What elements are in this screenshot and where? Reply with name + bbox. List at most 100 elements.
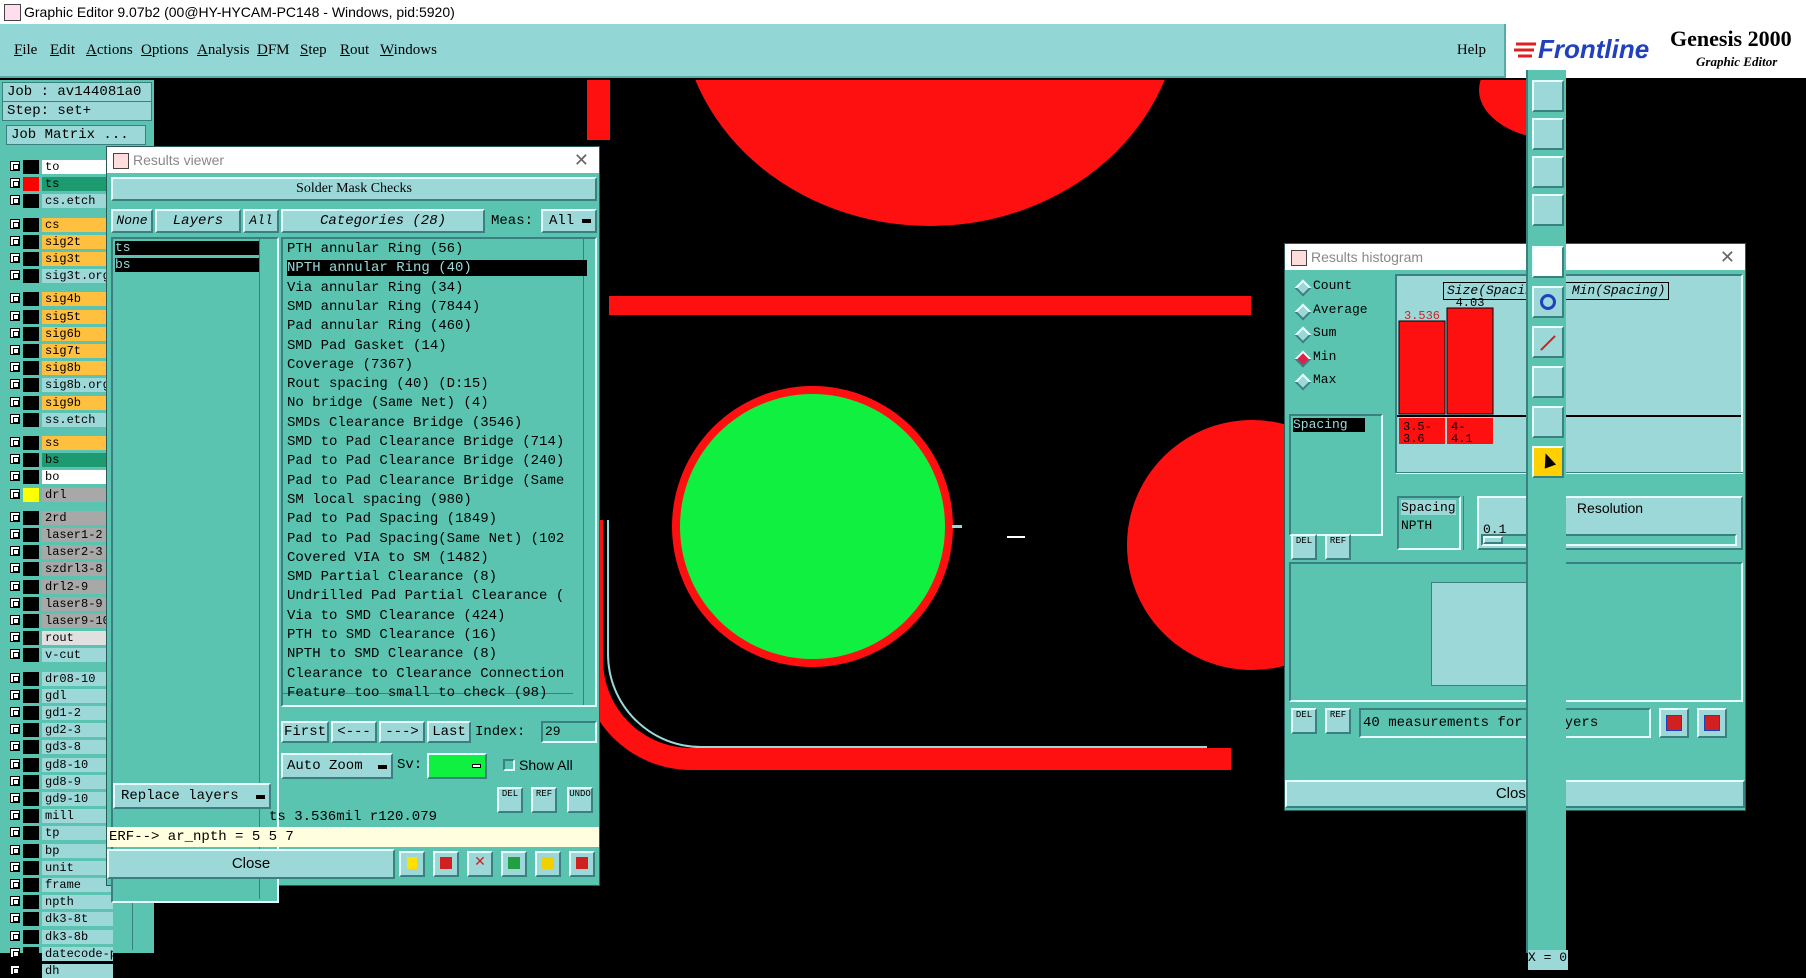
layer-row[interactable]: datecode-pbe <box>6 946 113 961</box>
layer-color-swatch[interactable] <box>23 545 39 560</box>
layer-row[interactable]: gd9-10 <box>6 792 113 806</box>
last-button[interactable]: Last <box>427 721 471 743</box>
menu-help[interactable]: Help <box>1457 42 1486 59</box>
layer-row[interactable]: mill <box>6 809 113 824</box>
layer-name[interactable]: szdrl3-8 <box>42 562 113 577</box>
layer-row[interactable]: laser1-2 <box>6 528 113 542</box>
layer-row[interactable]: gd1-2 <box>6 706 113 720</box>
layer-row[interactable]: sig7t <box>6 344 113 358</box>
layer-checkbox[interactable] <box>10 724 20 735</box>
layer-name[interactable]: sig3t <box>42 252 113 266</box>
layer-color-swatch[interactable] <box>23 706 39 720</box>
layer-row[interactable]: laser9-10 <box>6 614 113 628</box>
layer-color-swatch[interactable] <box>23 412 39 427</box>
layer-checkbox[interactable] <box>10 672 20 683</box>
categories-button[interactable]: Categories (28) <box>281 209 485 233</box>
layer-name[interactable]: drl2-9 <box>42 579 113 594</box>
layer-checkbox[interactable] <box>10 310 20 321</box>
layer-name[interactable]: cs.etch <box>42 194 113 209</box>
slider-handle[interactable] <box>1483 536 1503 544</box>
menu-dfm[interactable]: DFM <box>257 42 290 59</box>
layer-name[interactable]: 2rd <box>42 510 113 525</box>
previous-button[interactable]: <--- <box>331 721 377 743</box>
layer-name[interactable]: v-cut <box>42 648 113 663</box>
layer-row[interactable]: sig9b <box>6 395 113 410</box>
layer-checkbox[interactable] <box>10 218 20 229</box>
layer-color-swatch[interactable] <box>23 614 39 628</box>
layer-color-swatch[interactable] <box>23 528 39 542</box>
layer-color-swatch[interactable] <box>23 631 39 646</box>
layer-color-swatch[interactable] <box>23 964 39 978</box>
histogram-icon[interactable] <box>399 851 425 877</box>
resolution-slider[interactable] <box>1481 534 1737 546</box>
export-icon[interactable] <box>501 851 527 877</box>
histogram-close-button[interactable]: Close <box>1285 780 1745 808</box>
category-item[interactable]: SMD annular Ring (7844) <box>287 299 480 315</box>
layer-name[interactable]: gd8-9 <box>42 774 113 789</box>
layer-name[interactable]: gd2-3 <box>42 723 113 738</box>
layer-color-swatch[interactable] <box>23 252 39 266</box>
layer-row[interactable]: gd8-9 <box>6 774 113 789</box>
layer-checkbox[interactable] <box>10 379 20 390</box>
layer-row[interactable]: to <box>6 160 113 174</box>
layer-color-swatch[interactable] <box>23 757 39 772</box>
layer-color-swatch[interactable] <box>23 269 39 284</box>
layer-name[interactable]: ts <box>42 177 113 192</box>
first-button[interactable]: First <box>281 721 329 743</box>
layer-row[interactable]: cs <box>6 217 113 232</box>
report-icon[interactable] <box>433 851 459 877</box>
layer-color-swatch[interactable] <box>23 177 39 192</box>
layer-color-swatch[interactable] <box>23 774 39 789</box>
layer-color-swatch[interactable] <box>23 510 39 525</box>
layer-name[interactable]: rout <box>42 631 113 646</box>
menu-rout[interactable]: Rout <box>340 42 369 59</box>
layer-checkbox[interactable] <box>10 930 20 941</box>
next-button[interactable]: ---> <box>379 721 425 743</box>
menu-analysis[interactable]: Analysis <box>197 42 250 59</box>
layer-color-swatch[interactable] <box>23 326 39 341</box>
option-label[interactable]: Max <box>1313 372 1336 387</box>
layer-name[interactable]: unit <box>42 860 113 875</box>
category-item[interactable]: Rout spacing (40) (D:15) <box>287 376 489 392</box>
layer-checkbox[interactable] <box>10 965 20 975</box>
layer-row[interactable]: laser8-9 <box>6 596 113 611</box>
layer-row[interactable]: unit <box>6 860 113 875</box>
layer-row[interactable]: dh <box>6 964 113 978</box>
layer-color-swatch[interactable] <box>23 895 39 910</box>
layer-row[interactable]: dk3-8t <box>6 912 113 927</box>
layer-checkbox[interactable] <box>10 178 20 189</box>
layer-checkbox[interactable] <box>10 810 20 821</box>
fit-screen-icon[interactable] <box>1532 156 1564 188</box>
layer-checkbox[interactable] <box>10 775 20 786</box>
layer-checkbox[interactable] <box>10 597 20 608</box>
option-radio[interactable] <box>1294 279 1312 297</box>
menu-step[interactable]: Step <box>300 42 327 59</box>
layer-row[interactable]: v-cut <box>6 648 113 663</box>
layer-color-swatch[interactable] <box>23 723 39 738</box>
layer-color-swatch[interactable] <box>23 217 39 232</box>
layer-name[interactable]: laser9-10 <box>42 614 113 628</box>
layer-color-swatch[interactable] <box>23 395 39 410</box>
option-label[interactable]: Sum <box>1313 325 1336 340</box>
layer-checkbox[interactable] <box>10 253 20 263</box>
layer-color-swatch[interactable] <box>23 344 39 358</box>
layer-color-swatch[interactable] <box>23 688 39 703</box>
table-row[interactable]: NPTH <box>1401 518 1432 533</box>
chart-scrollbar[interactable] <box>1395 472 1743 482</box>
layer-name[interactable]: sig2t <box>42 234 113 249</box>
layer-name[interactable]: dk3-8t <box>42 912 113 927</box>
layer-name[interactable]: datecode-pbe <box>42 946 113 961</box>
close-icon[interactable]: ✕ <box>574 147 589 173</box>
layer-color-swatch[interactable] <box>23 194 39 209</box>
layer-name[interactable]: sig9b <box>42 395 113 410</box>
layer-color-swatch[interactable] <box>23 878 39 892</box>
layer-checkbox[interactable] <box>10 413 20 424</box>
category-item[interactable]: Pad to Pad Spacing(Same Net) (102 <box>287 531 564 547</box>
pad-icon[interactable] <box>1532 366 1564 398</box>
net-icon[interactable] <box>1532 286 1564 318</box>
layer-row[interactable]: dr08-10 <box>6 671 113 686</box>
layer-checkbox[interactable] <box>10 632 20 643</box>
layers-icon[interactable] <box>1532 194 1564 226</box>
layer-checkbox[interactable] <box>10 488 20 499</box>
option-radio[interactable] <box>1294 303 1312 320</box>
